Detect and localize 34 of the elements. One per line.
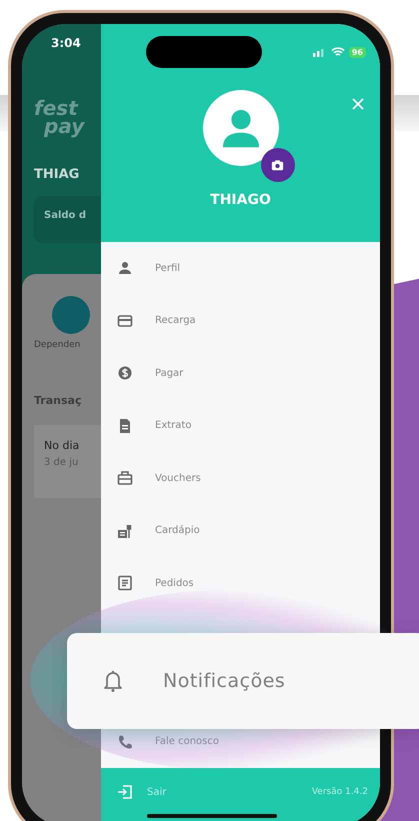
logout-icon	[117, 784, 133, 800]
restaurant-menu-icon	[117, 522, 133, 539]
menu-item[interactable]: Extrato	[101, 400, 380, 452]
menu-item[interactable]: Cardápio	[101, 504, 380, 558]
balance-label: Saldo d	[44, 210, 86, 221]
menu-item[interactable]: Perfil	[101, 242, 380, 295]
notification-card[interactable]: Notificações	[67, 633, 419, 729]
user-greeting-name: THIAG	[34, 167, 80, 182]
logo-text: fest	[34, 99, 80, 117]
dependents-icon	[52, 296, 90, 334]
battery-level: 96	[348, 46, 366, 58]
menu-item[interactable]: Pagar	[101, 347, 380, 400]
bell-icon	[103, 669, 123, 693]
phone-icon	[117, 734, 133, 750]
document-icon	[117, 418, 133, 434]
ticket-icon	[117, 470, 133, 486]
camera-button[interactable]	[260, 148, 294, 182]
logo-text: pay	[44, 117, 86, 135]
camera-icon	[270, 158, 285, 172]
menu-item[interactable]: Pedidos	[101, 557, 380, 610]
wifi-icon	[330, 47, 345, 57]
coin-icon	[117, 365, 133, 382]
list-icon	[117, 575, 133, 592]
logout-button[interactable]: Sair	[117, 784, 166, 800]
card-icon	[117, 312, 133, 329]
shortcut-label: Dependen	[34, 340, 82, 350]
menu-item[interactable]: Vouchers	[101, 452, 380, 505]
person-icon	[117, 260, 133, 276]
section-title: Transaç	[34, 394, 82, 407]
app-version: Versão 1.4.2	[312, 787, 368, 798]
user-name: THIAGO	[210, 192, 271, 208]
menu-item[interactable]: Recarga	[101, 294, 380, 348]
status-time: 3:04	[51, 36, 81, 50]
transaction-title: No dia	[44, 439, 80, 452]
